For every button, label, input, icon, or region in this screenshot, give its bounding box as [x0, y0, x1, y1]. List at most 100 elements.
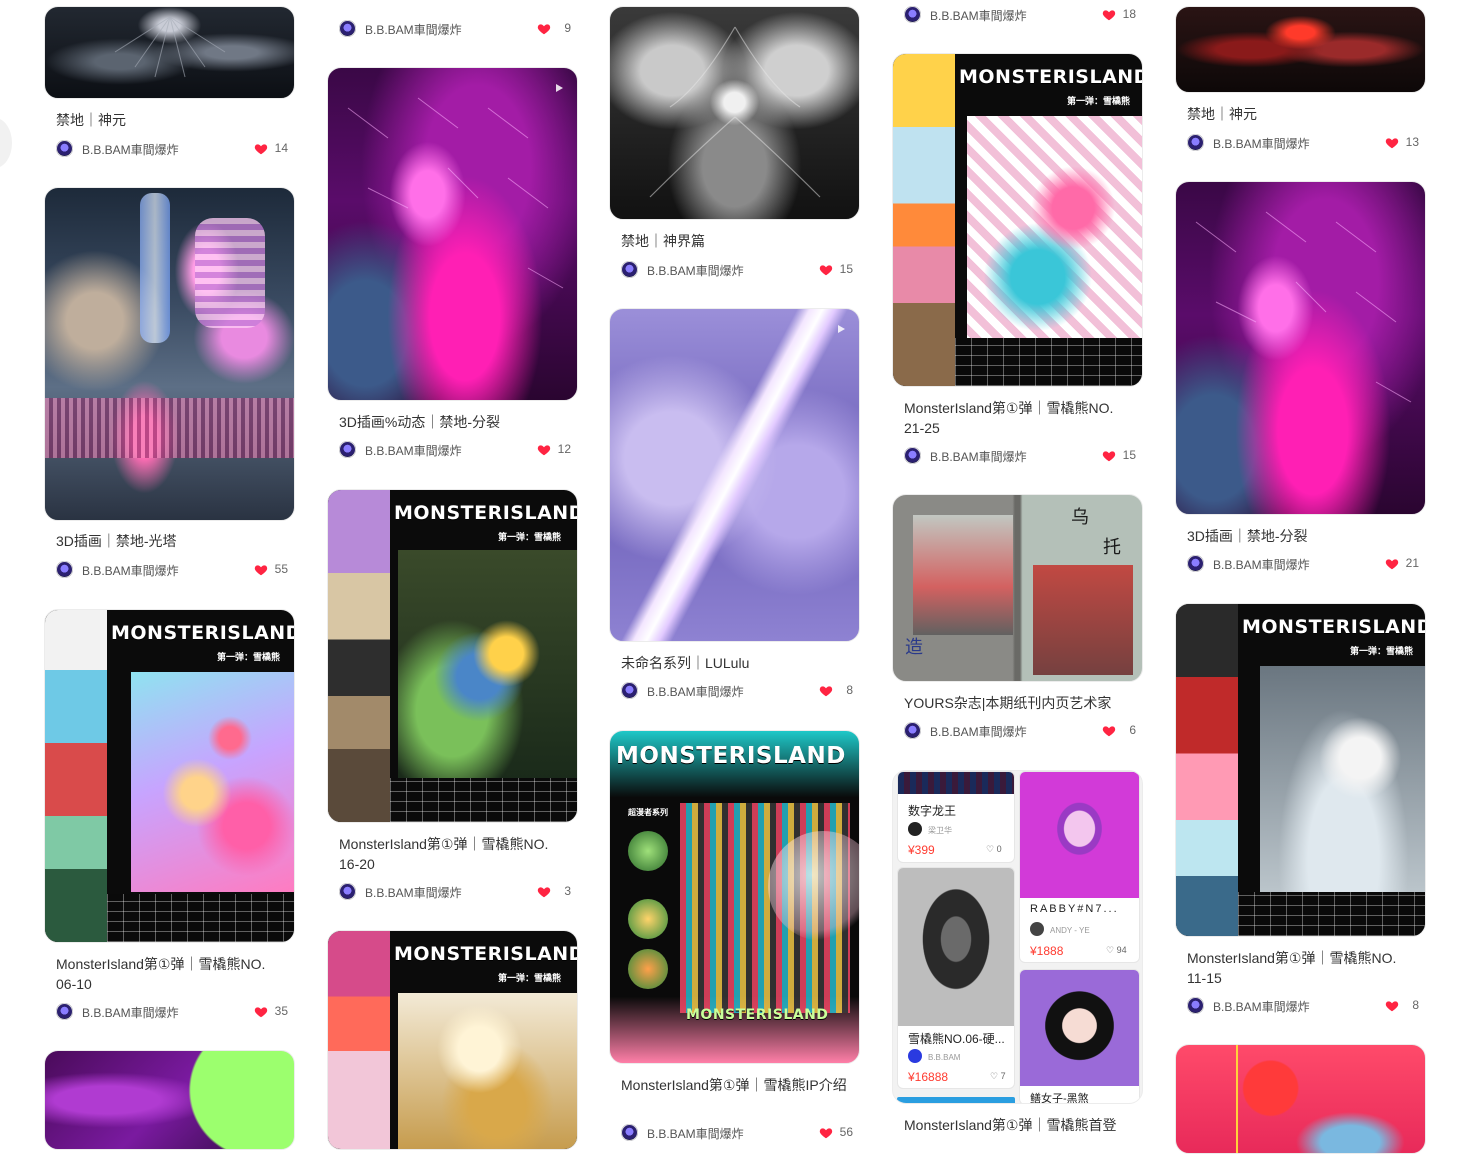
author-avatar[interactable] — [621, 1124, 638, 1141]
author-name[interactable]: B.B.BAM車間爆炸 — [82, 1004, 179, 1021]
card-title[interactable]: MonsterIsland第①弹｜雪橇熊IP介绍 — [621, 1075, 853, 1115]
heart-icon[interactable] — [819, 263, 833, 277]
author-name[interactable]: B.B.BAM車間爆炸 — [1213, 998, 1310, 1015]
collage-item-4[interactable]: 鳝女子-黑煞 — [1019, 969, 1140, 1103]
card-image[interactable] — [44, 1050, 295, 1150]
author-avatar[interactable] — [1187, 134, 1204, 151]
card-image[interactable]: MONSTERISLAND 第一弹：雪橇熊 — [892, 53, 1143, 387]
author-avatar[interactable] — [904, 722, 921, 739]
card-18[interactable]: MONSTERISLAND 第一弹：雪橇熊 MonsterIsland第①弹｜雪… — [1175, 603, 1426, 1023]
author-avatar[interactable] — [56, 140, 73, 157]
author-name[interactable]: B.B.BAM車間爆炸 — [365, 442, 462, 459]
card-title[interactable]: 禁地｜神界篇 — [621, 231, 853, 251]
card-title[interactable]: MonsterIsland第①弹｜雪橇熊首登 — [904, 1115, 1136, 1135]
author-name[interactable]: B.B.BAM車間爆炸 — [647, 262, 744, 279]
card-title[interactable]: 3D插画｜禁地-分裂 — [1187, 526, 1419, 546]
author-name[interactable]: B.B.BAM車間爆炸 — [930, 723, 1027, 740]
card-image[interactable]: MONSTERISLAND 第一弹：雪橇熊 — [327, 489, 578, 823]
card-image[interactable] — [1175, 6, 1426, 93]
heart-icon[interactable] — [254, 563, 268, 577]
author-avatar[interactable] — [339, 883, 356, 900]
card-image[interactable]: MONSTERISLAND 第一弹：雪橇熊 — [1175, 603, 1426, 937]
author-name[interactable]: B.B.BAM車間爆炸 — [82, 141, 179, 158]
card-1[interactable]: 禁地｜神元 B.B.BAM車間爆炸 14 — [44, 0, 295, 165]
card-image[interactable]: 造 乌 托 — [892, 494, 1143, 682]
heart-icon[interactable] — [1102, 449, 1116, 463]
card-image[interactable] — [1175, 181, 1426, 515]
card-13[interactable]: MONSTERISLAND 第一弹：雪橇熊 MonsterIsland第①弹｜雪… — [892, 53, 1143, 473]
card-5[interactable]: B.B.BAM車間爆炸 9 — [327, 0, 578, 45]
author-avatar[interactable] — [904, 447, 921, 464]
card-title[interactable]: MonsterIsland第①弹｜雪橇熊NO. 21-25 — [904, 398, 1136, 438]
author-avatar[interactable] — [1187, 997, 1204, 1014]
card-3[interactable]: MONSTERISLAND 第一弹：雪橇熊 MonsterIsland第①弹｜雪… — [44, 609, 295, 1029]
author-name[interactable]: B.B.BAM車間爆炸 — [82, 562, 179, 579]
heart-icon[interactable] — [1102, 8, 1116, 22]
card-title[interactable]: 3D插画%动态｜禁地-分裂 — [339, 412, 571, 432]
heart-icon[interactable] — [254, 142, 268, 156]
heart-icon[interactable] — [1385, 999, 1399, 1013]
card-2[interactable]: 3D插画｜禁地-光塔 B.B.BAM車間爆炸 55 — [44, 187, 295, 587]
card-8[interactable]: MONSTERISLAND 第一弹：雪橇熊 — [327, 930, 578, 1150]
card-title[interactable]: 未命名系列｜LULulu — [621, 653, 853, 673]
card-title[interactable]: MonsterIsland第①弹｜雪橇熊NO. 11-15 — [1187, 948, 1419, 988]
heart-icon[interactable] — [819, 1126, 833, 1140]
heart-icon[interactable] — [1385, 557, 1399, 571]
card-11[interactable]: MONSTERISLAND 超漫者系列 MONSTERISLAND Monste… — [609, 730, 860, 1141]
author-name[interactable]: B.B.BAM車間爆炸 — [1213, 135, 1310, 152]
heart-icon[interactable] — [254, 1005, 268, 1019]
card-image[interactable] — [44, 187, 295, 521]
heart-icon[interactable] — [1102, 724, 1116, 738]
author-name[interactable]: B.B.BAM車間爆炸 — [365, 21, 462, 38]
author-avatar[interactable] — [621, 261, 638, 278]
collage-item-3[interactable]: 雪橇熊NO.06-硬... B.B.BAM ¥16888 ♡ 7 — [897, 867, 1015, 1089]
author-avatar[interactable] — [904, 6, 921, 23]
card-title[interactable]: 禁地｜神元 — [1187, 104, 1419, 124]
author-avatar[interactable] — [339, 20, 356, 37]
card-image[interactable]: MONSTERISLAND 第一弹：雪橇熊 — [327, 930, 578, 1150]
card-10[interactable]: 未命名系列｜LULulu B.B.BAM車間爆炸 8 — [609, 308, 860, 708]
heart-icon[interactable] — [819, 684, 833, 698]
card-6[interactable]: 3D插画%动态｜禁地-分裂 B.B.BAM車間爆炸 12 — [327, 67, 578, 467]
card-14[interactable]: 造 乌 托 YOURS杂志|本期纸刊内页艺术家 B.B.BAM車間爆炸 6 — [892, 494, 1143, 750]
card-image[interactable] — [44, 6, 295, 99]
author-name[interactable]: B.B.BAM車間爆炸 — [647, 683, 744, 700]
card-17[interactable]: 3D插画｜禁地-分裂 B.B.BAM車間爆炸 21 — [1175, 181, 1426, 581]
card-15[interactable]: 数字龙王 梁卫华 ¥399 ♡ 0 RABBY#N7... ANDY - YE … — [892, 770, 1143, 1136]
author-name[interactable]: B.B.BAM車間爆炸 — [930, 7, 1027, 24]
card-title[interactable]: MonsterIsland第①弹｜雪橇熊NO. 06-10 — [56, 954, 288, 994]
heart-icon[interactable] — [537, 443, 551, 457]
collage-item-1[interactable]: 数字龙王 梁卫华 ¥399 ♡ 0 — [897, 771, 1015, 863]
card-image[interactable] — [609, 6, 860, 220]
author-name[interactable]: B.B.BAM車間爆炸 — [647, 1125, 744, 1142]
card-9[interactable]: 禁地｜神界篇 B.B.BAM車間爆炸 15 — [609, 0, 860, 285]
card-16[interactable]: 禁地｜神元 B.B.BAM車間爆炸 13 — [1175, 0, 1426, 160]
card-image[interactable]: 数字龙王 梁卫华 ¥399 ♡ 0 RABBY#N7... ANDY - YE … — [892, 770, 1143, 1104]
author-avatar[interactable] — [1187, 555, 1204, 572]
card-image[interactable] — [327, 67, 578, 401]
collage-item-2[interactable]: RABBY#N7... ANDY - YE ¥1888 ♡ 94 — [1019, 771, 1140, 963]
card-title[interactable]: 3D插画｜禁地-光塔 — [56, 531, 288, 551]
author-avatar[interactable] — [56, 561, 73, 578]
card-7[interactable]: MONSTERISLAND 第一弹：雪橇熊 MonsterIsland第①弹｜雪… — [327, 489, 578, 909]
card-19[interactable] — [1175, 1044, 1426, 1154]
card-4[interactable] — [44, 1050, 295, 1150]
author-avatar[interactable] — [621, 682, 638, 699]
card-title[interactable]: MonsterIsland第①弹｜雪橇熊NO. 16-20 — [339, 834, 571, 874]
card-title[interactable]: 禁地｜神元 — [56, 110, 288, 130]
card-image[interactable] — [609, 308, 860, 642]
author-name[interactable]: B.B.BAM車間爆炸 — [365, 884, 462, 901]
card-image[interactable]: MONSTERISLAND 第一弹：雪橇熊 — [44, 609, 295, 943]
author-avatar[interactable] — [56, 1003, 73, 1020]
heart-icon[interactable] — [1385, 136, 1399, 150]
card-image[interactable] — [1175, 1044, 1426, 1154]
card-image[interactable]: MONSTERISLAND 超漫者系列 MONSTERISLAND — [609, 730, 860, 1064]
card-12[interactable]: B.B.BAM車間爆炸 18 — [892, 0, 1143, 30]
author-name[interactable]: B.B.BAM車間爆炸 — [1213, 556, 1310, 573]
heart-icon[interactable] — [537, 885, 551, 899]
carousel-prev-edge[interactable] — [0, 118, 12, 168]
card-title[interactable]: YOURS杂志|本期纸刊内页艺术家 — [904, 693, 1136, 713]
author-avatar[interactable] — [339, 441, 356, 458]
author-name[interactable]: B.B.BAM車間爆炸 — [930, 448, 1027, 465]
heart-icon[interactable] — [537, 22, 551, 36]
